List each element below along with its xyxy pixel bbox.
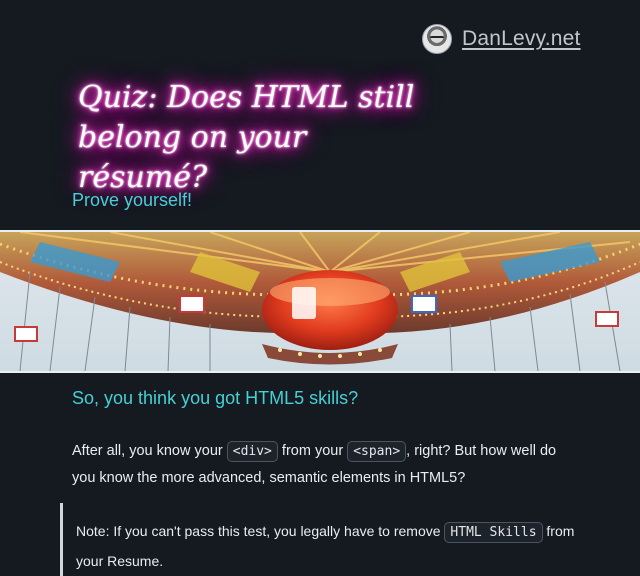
html-skills-code-snippet: HTML Skills — [444, 522, 543, 543]
section-heading: So, you think you got HTML5 skills? — [72, 388, 359, 408]
intro-paragraph: After all, you know your <div> from your… — [72, 438, 572, 491]
avatar-icon — [422, 24, 452, 54]
hero-image — [0, 230, 640, 373]
page-subtitle: Prove yourself! — [72, 190, 193, 210]
note-text-part: Note: If you can't pass this test, you l… — [76, 523, 445, 539]
brand-name[interactable]: DanLevy.net — [462, 27, 581, 51]
note-callout: Note: If you can't pass this test, you l… — [60, 503, 580, 576]
page: DanLevy.net Quiz: Does HTML still belong… — [0, 0, 640, 576]
carousel-photo — [0, 232, 640, 371]
intro-text: from your — [277, 443, 348, 459]
intro-text: After all, you know your — [72, 443, 227, 459]
div-code-snippet: <div> — [226, 441, 278, 462]
note-text: Note: If you can't pass this test, you l… — [76, 503, 580, 575]
span-code-snippet: <span> — [347, 441, 407, 462]
site-brand-link[interactable]: DanLevy.net — [422, 24, 581, 54]
page-title: Quiz: Does HTML still belong on your rés… — [78, 80, 415, 195]
